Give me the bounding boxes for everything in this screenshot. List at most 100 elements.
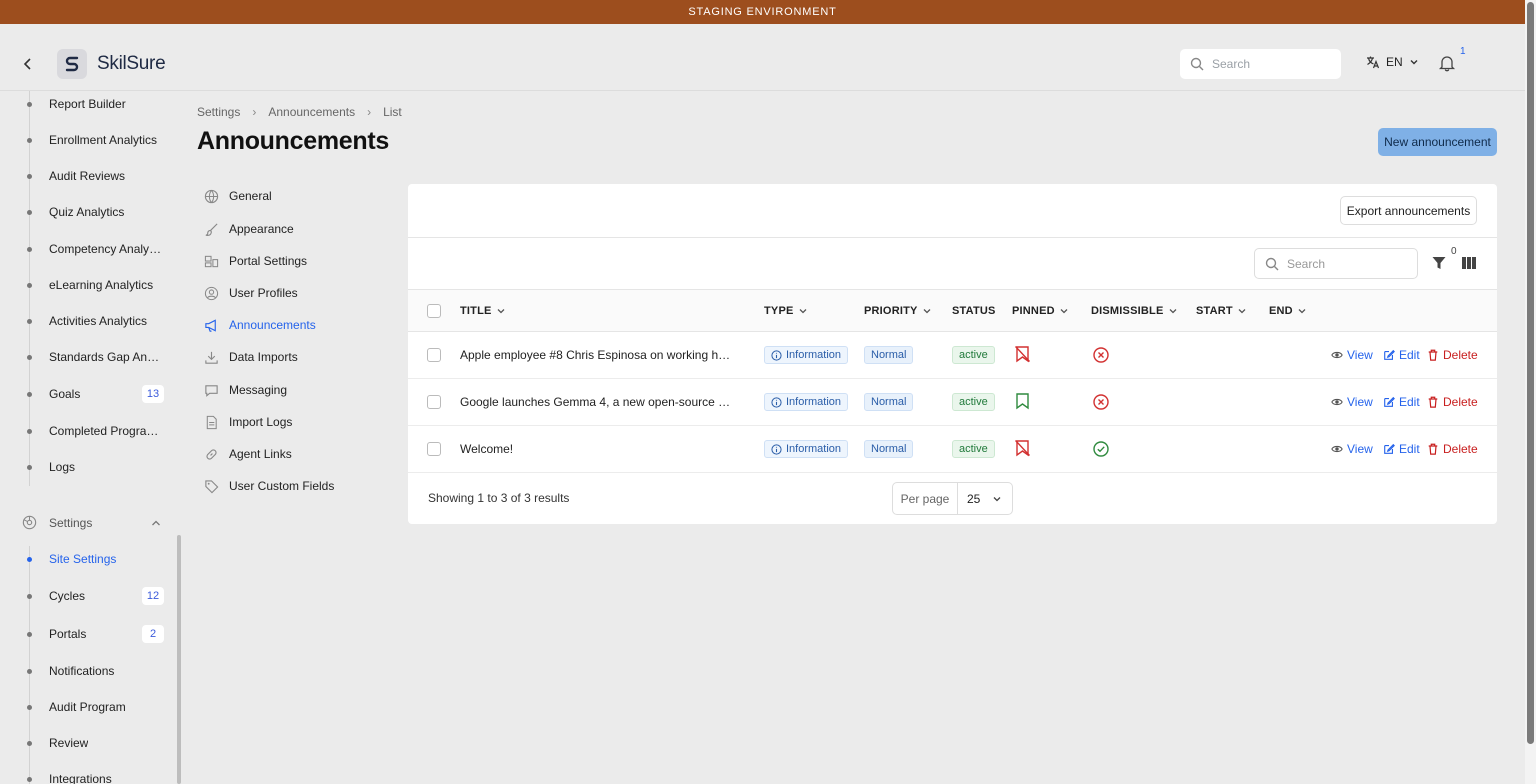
export-announcements-button[interactable]: Export announcements bbox=[1340, 196, 1477, 225]
bullet-icon bbox=[27, 210, 32, 215]
eye-icon bbox=[1331, 398, 1343, 406]
subnav-user-custom-fields[interactable]: User Custom Fields bbox=[203, 476, 393, 496]
edit-icon bbox=[1384, 443, 1395, 454]
sidebar-item-audit-program[interactable]: Audit Program bbox=[0, 695, 172, 719]
chevron-down-icon bbox=[1169, 309, 1176, 314]
breadcrumb-list: List bbox=[383, 105, 402, 119]
row-checkbox[interactable] bbox=[427, 442, 441, 456]
delete-button[interactable]: Delete bbox=[1427, 348, 1478, 362]
delete-button[interactable]: Delete bbox=[1427, 442, 1478, 456]
sidebar-item-label: Cycles bbox=[49, 589, 86, 603]
column-header-pinned[interactable]: PINNED bbox=[1012, 305, 1069, 317]
sidebar-item-report-builder[interactable]: Report Builder bbox=[0, 92, 172, 116]
app-name[interactable]: SkilSure bbox=[97, 53, 166, 75]
subnav-agent-links[interactable]: Agent Links bbox=[203, 444, 393, 464]
sidebar-item-logs[interactable]: Logs bbox=[0, 455, 172, 479]
sidebar-item-label: Logs bbox=[49, 460, 76, 474]
subnav-label: User Custom Fields bbox=[229, 479, 335, 493]
sidebar-item-completed-program[interactable]: Completed Program ... bbox=[0, 419, 172, 443]
subnav-label: User Profiles bbox=[229, 286, 298, 300]
sidebar-item-enrollment-analytics[interactable]: Enrollment Analytics bbox=[0, 128, 172, 152]
page-scrollbar[interactable] bbox=[1525, 0, 1536, 784]
row-title[interactable]: Apple employee #8 Chris Espinosa on work… bbox=[460, 348, 732, 362]
document-icon bbox=[203, 414, 219, 430]
column-header-type[interactable]: TYPE bbox=[764, 305, 808, 317]
subnav-general[interactable]: General bbox=[203, 186, 393, 206]
filter-count: 0 bbox=[1451, 246, 1457, 257]
view-button[interactable]: View bbox=[1331, 395, 1373, 409]
sidebar-item-review[interactable]: Review bbox=[0, 731, 172, 755]
global-search-input[interactable]: Search bbox=[1180, 49, 1341, 79]
breadcrumb-announcements[interactable]: Announcements bbox=[268, 105, 355, 119]
filter-button[interactable] bbox=[1431, 255, 1447, 271]
column-header-priority[interactable]: PRIORITY bbox=[864, 305, 932, 317]
row-checkbox[interactable] bbox=[427, 395, 441, 409]
staging-banner: STAGING ENVIRONMENT bbox=[0, 0, 1525, 24]
table-row[interactable]: Welcome! Information Normal active View … bbox=[408, 426, 1497, 473]
sidebar-item-cycles[interactable]: Cycles 12 bbox=[0, 584, 172, 608]
row-title[interactable]: Google launches Gemma 4, a new open-sour… bbox=[460, 395, 732, 409]
column-header-start[interactable]: START bbox=[1196, 305, 1247, 317]
table-row[interactable]: Google launches Gemma 4, a new open-sour… bbox=[408, 379, 1497, 426]
subnav-appearance[interactable]: Appearance bbox=[203, 219, 393, 239]
sidebar-item-integrations[interactable]: Integrations bbox=[0, 767, 172, 784]
breadcrumb-settings[interactable]: Settings bbox=[197, 105, 240, 119]
sidebar-scrollbar[interactable] bbox=[177, 535, 181, 784]
chevron-down-icon bbox=[799, 309, 806, 314]
logo-icon[interactable] bbox=[57, 49, 87, 79]
sidebar-group-settings[interactable]: Settings bbox=[0, 511, 172, 535]
select-all-checkbox[interactable] bbox=[427, 304, 441, 318]
sidebar-item-quiz-analytics[interactable]: Quiz Analytics bbox=[0, 200, 172, 224]
delete-button[interactable]: Delete bbox=[1427, 395, 1478, 409]
type-label: Information bbox=[786, 443, 842, 455]
new-announcement-button[interactable]: New announcement bbox=[1378, 128, 1497, 156]
subnav-import-logs[interactable]: Import Logs bbox=[203, 412, 393, 432]
sidebar-item-label: Site Settings bbox=[49, 552, 117, 566]
table-search-input[interactable]: Search bbox=[1254, 248, 1418, 279]
row-checkbox[interactable] bbox=[427, 348, 441, 362]
view-label: View bbox=[1347, 442, 1373, 456]
view-button[interactable]: View bbox=[1331, 442, 1373, 456]
columns-button[interactable] bbox=[1461, 255, 1477, 271]
language-selector[interactable]: EN bbox=[1366, 55, 1419, 69]
sidebar-item-activities-analytics[interactable]: Activities Analytics bbox=[0, 309, 172, 333]
sidebar-item-elearning-analytics[interactable]: eLearning Analytics bbox=[0, 273, 172, 297]
subnav-data-imports[interactable]: Data Imports bbox=[203, 347, 393, 367]
row-title[interactable]: Welcome! bbox=[460, 442, 732, 456]
column-label: START bbox=[1196, 305, 1233, 317]
portal-icon bbox=[203, 253, 219, 269]
column-header-dismissible[interactable]: DISMISSIBLE bbox=[1091, 305, 1178, 317]
column-header-title[interactable]: TITLE bbox=[460, 305, 506, 317]
notifications-button[interactable] bbox=[1438, 54, 1458, 74]
chevron-right-icon: › bbox=[252, 105, 257, 119]
sidebar-item-competency-analytics[interactable]: Competency Analytics bbox=[0, 237, 172, 261]
sidebar-item-goals[interactable]: Goals 13 bbox=[0, 382, 172, 406]
subnav-messaging[interactable]: Messaging bbox=[203, 380, 393, 400]
sidebar-item-label: Quiz Analytics bbox=[49, 205, 125, 219]
sidebar-item-notifications[interactable]: Notifications bbox=[0, 659, 172, 683]
sidebar-item-label: Portals bbox=[49, 627, 87, 641]
sidebar-item-label: Activities Analytics bbox=[49, 314, 148, 328]
subnav-portal-settings[interactable]: Portal Settings bbox=[203, 251, 393, 271]
sidebar-item-site-settings[interactable]: Site Settings bbox=[0, 547, 172, 571]
sidebar-item-audit-reviews[interactable]: Audit Reviews bbox=[0, 164, 172, 188]
table-row[interactable]: Apple employee #8 Chris Espinosa on work… bbox=[408, 332, 1497, 379]
page-scrollbar-thumb[interactable] bbox=[1527, 2, 1534, 744]
subnav-user-profiles[interactable]: User Profiles bbox=[203, 283, 393, 303]
table-header: TITLE TYPE PRIORITY STATUS PINNED DISMIS… bbox=[408, 290, 1497, 332]
edit-button[interactable]: Edit bbox=[1383, 442, 1420, 456]
filter-icon bbox=[1432, 257, 1446, 269]
search-icon bbox=[1190, 57, 1204, 71]
edit-button[interactable]: Edit bbox=[1383, 395, 1420, 409]
subnav-announcements[interactable]: Announcements bbox=[203, 315, 393, 335]
columns-icon bbox=[1462, 257, 1476, 269]
edit-icon bbox=[1384, 349, 1395, 360]
back-button[interactable] bbox=[18, 54, 38, 74]
per-page-select[interactable]: Per page 25 bbox=[892, 482, 1013, 515]
view-button[interactable]: View bbox=[1331, 348, 1373, 362]
per-page-dropdown[interactable]: 25 bbox=[958, 483, 1012, 514]
column-header-end[interactable]: END bbox=[1269, 305, 1307, 317]
edit-button[interactable]: Edit bbox=[1383, 348, 1420, 362]
sidebar-item-portals[interactable]: Portals 2 bbox=[0, 622, 172, 646]
sidebar-item-standards-gap[interactable]: Standards Gap Analy... bbox=[0, 345, 172, 369]
